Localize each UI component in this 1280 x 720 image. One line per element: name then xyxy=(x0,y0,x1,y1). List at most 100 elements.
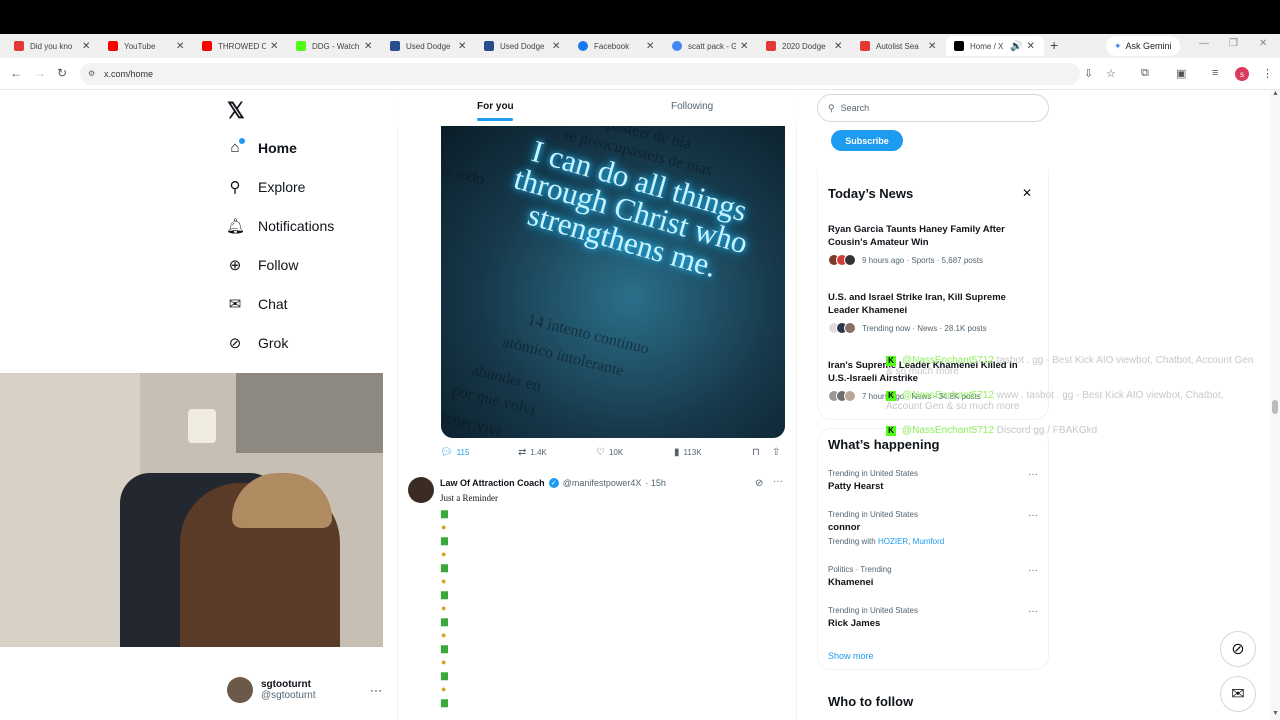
browser-tab-active[interactable]: Home / X 🔊 ✕ xyxy=(946,36,1044,56)
more-icon[interactable]: ··· xyxy=(1028,510,1038,521)
close-icon[interactable]: ✕ xyxy=(364,41,372,52)
kick-icon: K xyxy=(886,426,896,436)
search-input[interactable]: ⚲ Search xyxy=(817,94,1049,122)
news-item[interactable]: U.S. and Israel Strike Iran, Kill Suprem… xyxy=(828,291,1038,334)
more-icon[interactable]: ··· xyxy=(1028,469,1038,480)
trend-item[interactable]: Trending in United States Rick James ··· xyxy=(828,606,1040,629)
tab-following[interactable]: Following xyxy=(671,101,713,112)
scroll-down-icon[interactable]: ▼ xyxy=(1272,710,1279,717)
reply-button[interactable]: 💬︎ 115 xyxy=(440,447,469,458)
ask-gemini-button[interactable]: ✦ Ask Gemini xyxy=(1106,36,1180,56)
money-icon: ▆ xyxy=(441,535,448,545)
chat-overlay-line: K @NassEnchant5712 tasbot . gg - Best Kic… xyxy=(886,355,1256,377)
close-icon[interactable]: ✕ xyxy=(176,41,184,52)
media-icon[interactable]: ≡ xyxy=(1212,67,1218,79)
new-tab-button[interactable]: + xyxy=(1050,37,1058,53)
forward-icon[interactable]: → xyxy=(34,66,46,80)
reload-icon[interactable]: ↻ xyxy=(57,66,67,80)
image-background-text: tener vivi xyxy=(441,408,504,438)
post-image[interactable]: cupasteis de nía se preocupasteis de nia… xyxy=(441,126,785,438)
bookmark-button[interactable]: ⊓ xyxy=(752,447,760,458)
nav-chat[interactable]: ✉ Chat xyxy=(226,295,288,313)
avatar-stack xyxy=(828,254,856,266)
like-button[interactable]: ♡ 10K xyxy=(596,447,623,458)
repost-button[interactable]: ⇄ 1.4K xyxy=(518,447,547,458)
scrollbar[interactable]: ▲ ▼ xyxy=(1270,90,1280,720)
search-icon: ⚲ xyxy=(828,102,835,113)
nav-notifications[interactable]: 🔔︎ Notifications xyxy=(226,217,334,235)
nav-grok[interactable]: ⊘ Grok xyxy=(226,334,289,352)
minimize-icon[interactable]: — xyxy=(1199,38,1209,49)
more-icon[interactable]: ··· xyxy=(1028,606,1038,617)
trend-item[interactable]: Politics · Trending Khamenei ··· xyxy=(828,565,1040,588)
chat-user: @NassEnchant5712 xyxy=(902,425,994,436)
share-button[interactable]: ⇧ xyxy=(772,447,780,458)
close-icon[interactable]: ✕ xyxy=(928,41,936,52)
extensions-icon[interactable]: ⧉ xyxy=(1141,67,1149,80)
close-icon[interactable]: ✕ xyxy=(646,41,654,52)
post-time[interactable]: · 15h xyxy=(645,478,666,488)
subscribe-button[interactable]: Subscribe xyxy=(831,130,903,151)
more-icon[interactable]: ··· xyxy=(773,476,783,487)
maximize-icon[interactable]: ❐ xyxy=(1229,38,1238,49)
tab-favicon xyxy=(14,41,24,51)
trend-item[interactable]: Trending in United States Patty Hearst ·… xyxy=(828,469,1040,492)
browser-tab[interactable]: scatt pack - G ✕ xyxy=(664,36,758,56)
more-icon[interactable]: ··· xyxy=(1028,565,1038,576)
browser-tab[interactable]: Used Dodge ✕ xyxy=(382,36,476,56)
close-icon[interactable]: ✕ xyxy=(270,41,278,52)
nav-home[interactable]: ⌂ Home xyxy=(226,138,297,156)
money-bag-icon: ● xyxy=(441,683,447,694)
browser-tab[interactable]: Did you kno ✕ xyxy=(6,36,100,56)
trend-link[interactable]: Mumford xyxy=(913,537,945,546)
close-icon[interactable]: ✕ xyxy=(458,41,466,52)
close-icon[interactable]: ✕ xyxy=(552,41,560,52)
scrollbar-thumb[interactable] xyxy=(1272,400,1278,414)
avatar[interactable] xyxy=(408,477,434,503)
close-icon[interactable]: ✕ xyxy=(740,41,748,52)
grok-button[interactable]: ⊘ xyxy=(1220,631,1256,667)
trend-item[interactable]: Trending in United States connor Trendin… xyxy=(828,510,1040,546)
site-info-icon[interactable]: ⚙ xyxy=(88,69,95,78)
money-icon: ▆ xyxy=(441,643,448,653)
post-handle[interactable]: @manifestpower4X xyxy=(563,478,642,488)
nav-explore[interactable]: ⚲ Explore xyxy=(226,178,306,196)
menu-icon[interactable]: ⋮ xyxy=(1262,67,1273,80)
more-icon[interactable]: ··· xyxy=(370,683,382,697)
news-item[interactable]: Ryan Garcia Taunts Haney Family After Co… xyxy=(828,223,1038,266)
tab-for-you[interactable]: For you xyxy=(477,101,514,121)
window-close-icon[interactable]: ✕ xyxy=(1259,38,1267,49)
browser-tab[interactable]: YouTube ✕ xyxy=(100,36,194,56)
money-bag-icon: ● xyxy=(441,575,447,586)
speaker-icon[interactable]: 🔊 xyxy=(1010,41,1022,52)
whats-happening-panel xyxy=(817,428,1049,670)
messages-button[interactable]: ✉ xyxy=(1220,676,1256,712)
reply-count: 115 xyxy=(456,448,470,457)
trend-link[interactable]: HOZIER xyxy=(878,537,908,546)
post-author[interactable]: Law Of Attraction Coach xyxy=(440,478,545,488)
browser-tab[interactable]: 2020 Dodge ✕ xyxy=(758,36,852,56)
close-icon[interactable]: ✕ xyxy=(82,41,90,52)
browser-tab[interactable]: DDG - Watch ✕ xyxy=(288,36,382,56)
bookmark-star-icon[interactable]: ☆ xyxy=(1106,67,1116,80)
nav-follow[interactable]: ⊕ Follow xyxy=(226,256,299,274)
scroll-up-icon[interactable]: ▲ xyxy=(1272,90,1279,97)
close-icon[interactable]: ✕ xyxy=(1022,186,1032,200)
show-more-link[interactable]: Show more xyxy=(828,651,874,661)
browser-tab[interactable]: THROWED O ✕ xyxy=(194,36,288,56)
account-switcher[interactable]: sgtooturnt @sgtooturnt xyxy=(227,677,316,703)
back-icon[interactable]: ← xyxy=(10,66,22,80)
install-icon[interactable]: ⇩ xyxy=(1084,67,1093,80)
browser-tab[interactable]: Autolist Sea ✕ xyxy=(852,36,946,56)
browser-tab[interactable]: Used Dodge ✕ xyxy=(476,36,570,56)
close-icon[interactable]: ✕ xyxy=(834,41,842,52)
sidebar-icon[interactable]: ▣ xyxy=(1176,67,1186,80)
x-logo-icon[interactable]: 𝕏 xyxy=(227,98,245,124)
profile-avatar[interactable]: s xyxy=(1235,67,1249,81)
close-icon[interactable]: ✕ xyxy=(1026,41,1034,52)
browser-tab[interactable]: Facebook ✕ xyxy=(570,36,664,56)
grok-icon[interactable]: ⊘ xyxy=(755,478,763,489)
views-button[interactable]: ▮ 113K xyxy=(674,447,702,458)
tab-favicon xyxy=(578,41,588,51)
url-field[interactable]: ⚙ x.com/home xyxy=(80,63,1080,85)
